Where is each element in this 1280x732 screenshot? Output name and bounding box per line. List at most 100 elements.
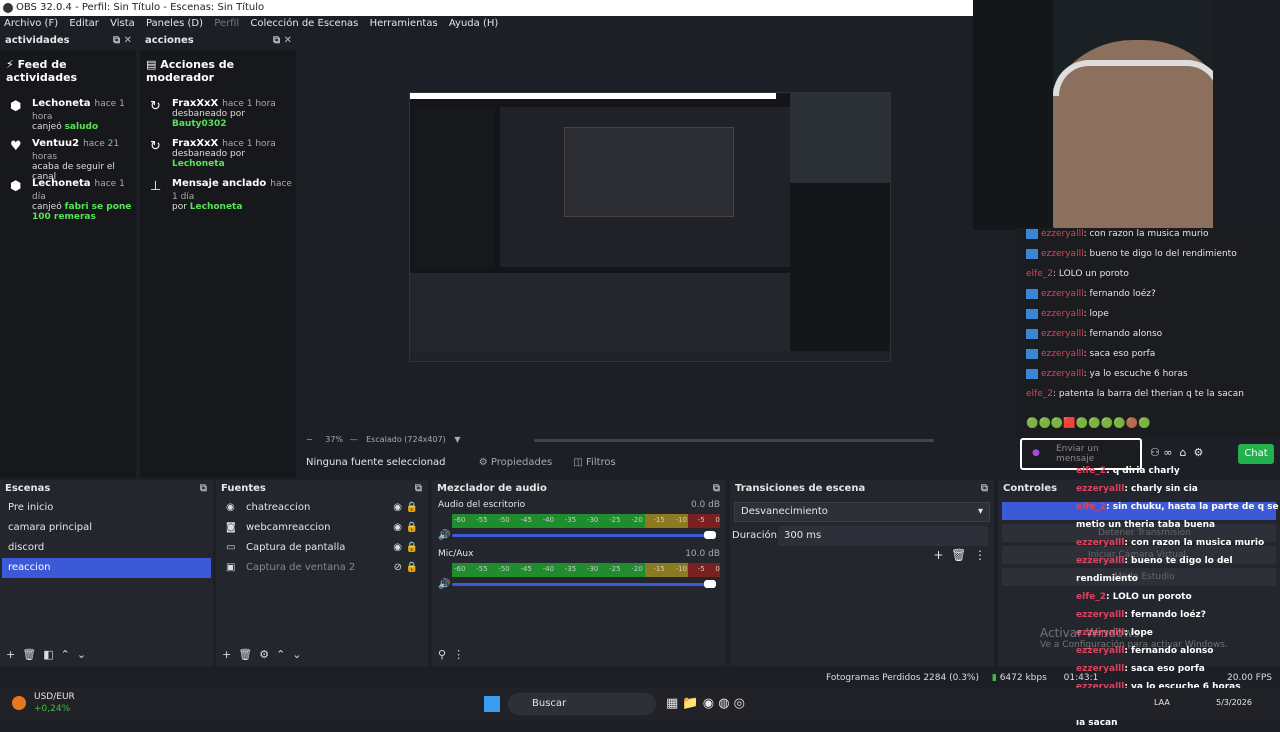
speaker-icon[interactable]: 🔊	[438, 579, 452, 590]
feed-item-header: Mensaje anclado hace 1 día	[172, 176, 296, 202]
menu-ayuda[interactable]: Ayuda (H)	[449, 18, 498, 29]
taskbar-apps[interactable]: ▦ 📁 ◉ ◍ ◎	[666, 696, 745, 711]
menu-herramientas[interactable]: Herramientas	[370, 18, 438, 29]
undock-icon[interactable]: ⧉	[981, 480, 988, 498]
chat-username[interactable]: ezzeryalll	[1041, 229, 1084, 239]
trash-icon[interactable]: 🗑	[238, 648, 252, 661]
menu-perfil[interactable]: Perfil	[214, 18, 239, 29]
chat-tools[interactable]: ⚇ ∞ ⌂ ⚙	[1150, 446, 1203, 459]
chat-username[interactable]: elfe_2	[1026, 389, 1053, 399]
speaker-icon[interactable]: 🔊	[438, 530, 452, 541]
preview-canvas[interactable]	[409, 92, 891, 362]
filters-button[interactable]: ◫ Filtros	[573, 457, 615, 468]
feed-item[interactable]: ⊥ Mensaje anclado hace 1 día por Lechoneta	[140, 176, 296, 212]
transition-select[interactable]: Desvanecimiento ▾	[734, 502, 990, 522]
chat-username[interactable]: ezzeryalll	[1041, 309, 1084, 319]
properties-button[interactable]: ⚙ Propiedades	[479, 457, 552, 468]
lock-icon[interactable]: 🔒	[406, 498, 418, 518]
scene-item[interactable]: reaccion	[2, 558, 211, 578]
lock-icon[interactable]: 🔒	[406, 538, 418, 558]
up-icon[interactable]: ⌃	[61, 648, 70, 661]
feed-item[interactable]: ↻ FraxXxX hace 1 hora desbaneado por Bauty0…	[140, 96, 296, 132]
feed-item-name: Mensaje anclado	[172, 178, 267, 189]
up-icon[interactable]: ⌃	[276, 648, 285, 661]
chat-username[interactable]: ezzeryalll	[1041, 349, 1084, 359]
window-icon: ▣	[226, 562, 236, 573]
down-icon[interactable]: ⌄	[292, 648, 301, 661]
unban-icon: ↻	[150, 99, 161, 114]
eye-icon[interactable]: ◉	[393, 518, 402, 538]
feed-item-time: hace 1 hora	[222, 99, 276, 109]
volume-slider[interactable]	[452, 580, 716, 588]
duration-input[interactable]: 300 ms	[778, 526, 988, 546]
dock-buttons[interactable]: ⧉ ✕	[113, 32, 132, 50]
trash-icon[interactable]: 🗑	[22, 648, 36, 661]
eye-icon[interactable]: ◉	[393, 538, 402, 558]
chat-username[interactable]: ezzeryalll	[1041, 249, 1084, 259]
chat-username[interactable]: ezzeryalll	[1041, 369, 1084, 379]
slider-knob[interactable]	[704, 580, 716, 588]
scenes-toolbar: + 🗑 ◧ ⌃ ⌄	[0, 644, 213, 666]
transition-buttons[interactable]: + 🗑 ⋮	[933, 548, 986, 562]
link-icon[interactable]: ⚲	[438, 648, 446, 661]
scene-item[interactable]: discord	[2, 538, 211, 558]
menu-coleccion[interactable]: Colección de Escenas	[250, 18, 358, 29]
chat-username[interactable]: ezzeryalll	[1041, 329, 1084, 339]
source-item[interactable]: ▭ Captura de pantalla ◉ 🔒	[216, 538, 428, 558]
chat-text: : fernando alonso	[1083, 329, 1163, 339]
gear-icon[interactable]: ⚙	[259, 648, 269, 661]
chat-panel: ezzeryalll: con razon la musica murio ezz…	[1016, 228, 1280, 438]
eye-icon[interactable]: ◉	[393, 498, 402, 518]
channel-db: 10.0 dB	[685, 549, 720, 559]
filter-icon[interactable]: ◧	[43, 648, 53, 661]
feed-item[interactable]: ↻ FraxXxX hace 1 hora desbaneado por Lechon…	[140, 136, 296, 172]
volume-slider[interactable]	[452, 531, 716, 539]
menu-paneles[interactable]: Paneles (D)	[146, 18, 203, 29]
feed-item[interactable]: ⬢ Lechoneta hace 1 día canjeó fabri se pone…	[0, 176, 136, 222]
ticker-name[interactable]: USD/EUR	[34, 692, 75, 702]
source-item[interactable]: ◉ chatreaccion ◉ 🔒	[216, 498, 428, 518]
mic-icon[interactable]: ●	[1032, 448, 1040, 458]
feed-item-highlight[interactable]: saludo	[65, 122, 99, 132]
preview-scrollbar[interactable]	[534, 439, 934, 442]
menu-dots-icon[interactable]: ⋮	[453, 648, 464, 661]
taskbar-search[interactable]: Buscar	[508, 693, 656, 715]
menu-archivo[interactable]: Archivo (F)	[4, 18, 58, 29]
slider-knob[interactable]	[704, 531, 716, 539]
menu-vista[interactable]: Vista	[110, 18, 135, 29]
no-source-label: Ninguna fuente seleccionad	[306, 457, 446, 468]
feed-item-highlight[interactable]: Bauty0302	[172, 119, 227, 129]
down-icon[interactable]: ⌄	[77, 648, 86, 661]
zoom-minus[interactable]: −	[306, 435, 313, 444]
chat-username[interactable]: elfe_2	[1026, 269, 1053, 279]
feed-item-highlight[interactable]: Lechoneta	[172, 159, 225, 169]
scale-dropdown-icon[interactable]: ▼	[454, 435, 460, 444]
lock-icon[interactable]: 🔒	[406, 518, 418, 538]
overlay-line: elfe_2: sin chuku, hasta la parte de q s…	[1074, 498, 1280, 534]
source-item[interactable]: ◙ webcamreaccion ◉ 🔒	[216, 518, 428, 538]
scene-item[interactable]: Pre inicio	[2, 498, 211, 518]
feed-item[interactable]: ♥ Ventuu2 hace 21 horas acaba de seguir el …	[0, 136, 136, 182]
scene-item[interactable]: camara principal	[2, 518, 211, 538]
add-icon[interactable]: +	[222, 648, 231, 661]
add-icon[interactable]: +	[6, 648, 15, 661]
feed-item-highlight[interactable]: Lechoneta	[190, 202, 243, 212]
start-icon[interactable]	[484, 696, 500, 712]
emote-row[interactable]: 🟢🟢🟢🟥🟢🟢🟢🟢🟤🟢	[1026, 418, 1226, 432]
menu-editar[interactable]: Editar	[69, 18, 99, 29]
lock-icon[interactable]: 🔒	[406, 558, 418, 578]
scene-list: Pre inicio camara principal discord reaccio…	[0, 498, 213, 578]
feed-item[interactable]: ⬢ Lechoneta hace 1 hora canjeó saludo	[0, 96, 136, 132]
eye-off-icon[interactable]: ⊘	[394, 558, 402, 578]
source-item[interactable]: ▣ Captura de ventana 2 ⊘ 🔒	[216, 558, 428, 578]
undock-icon[interactable]: ⧉	[415, 480, 422, 498]
dock-buttons[interactable]: ⧉ ✕	[273, 32, 292, 50]
zoom-plus[interactable]: —	[350, 435, 358, 444]
status-bar: Fotogramas Perdidos 2284 (0.3%) ▮ 6472 k…	[730, 668, 1280, 688]
sources-toolbar: + 🗑 ⚙ ⌃ ⌄	[216, 644, 428, 666]
chat-username[interactable]: ezzeryalll	[1041, 289, 1084, 299]
browser-icon: ◉	[226, 502, 235, 513]
chat-send-button[interactable]: Chat	[1238, 444, 1274, 464]
undock-icon[interactable]: ⧉	[713, 480, 720, 498]
undock-icon[interactable]: ⧉	[200, 480, 207, 498]
